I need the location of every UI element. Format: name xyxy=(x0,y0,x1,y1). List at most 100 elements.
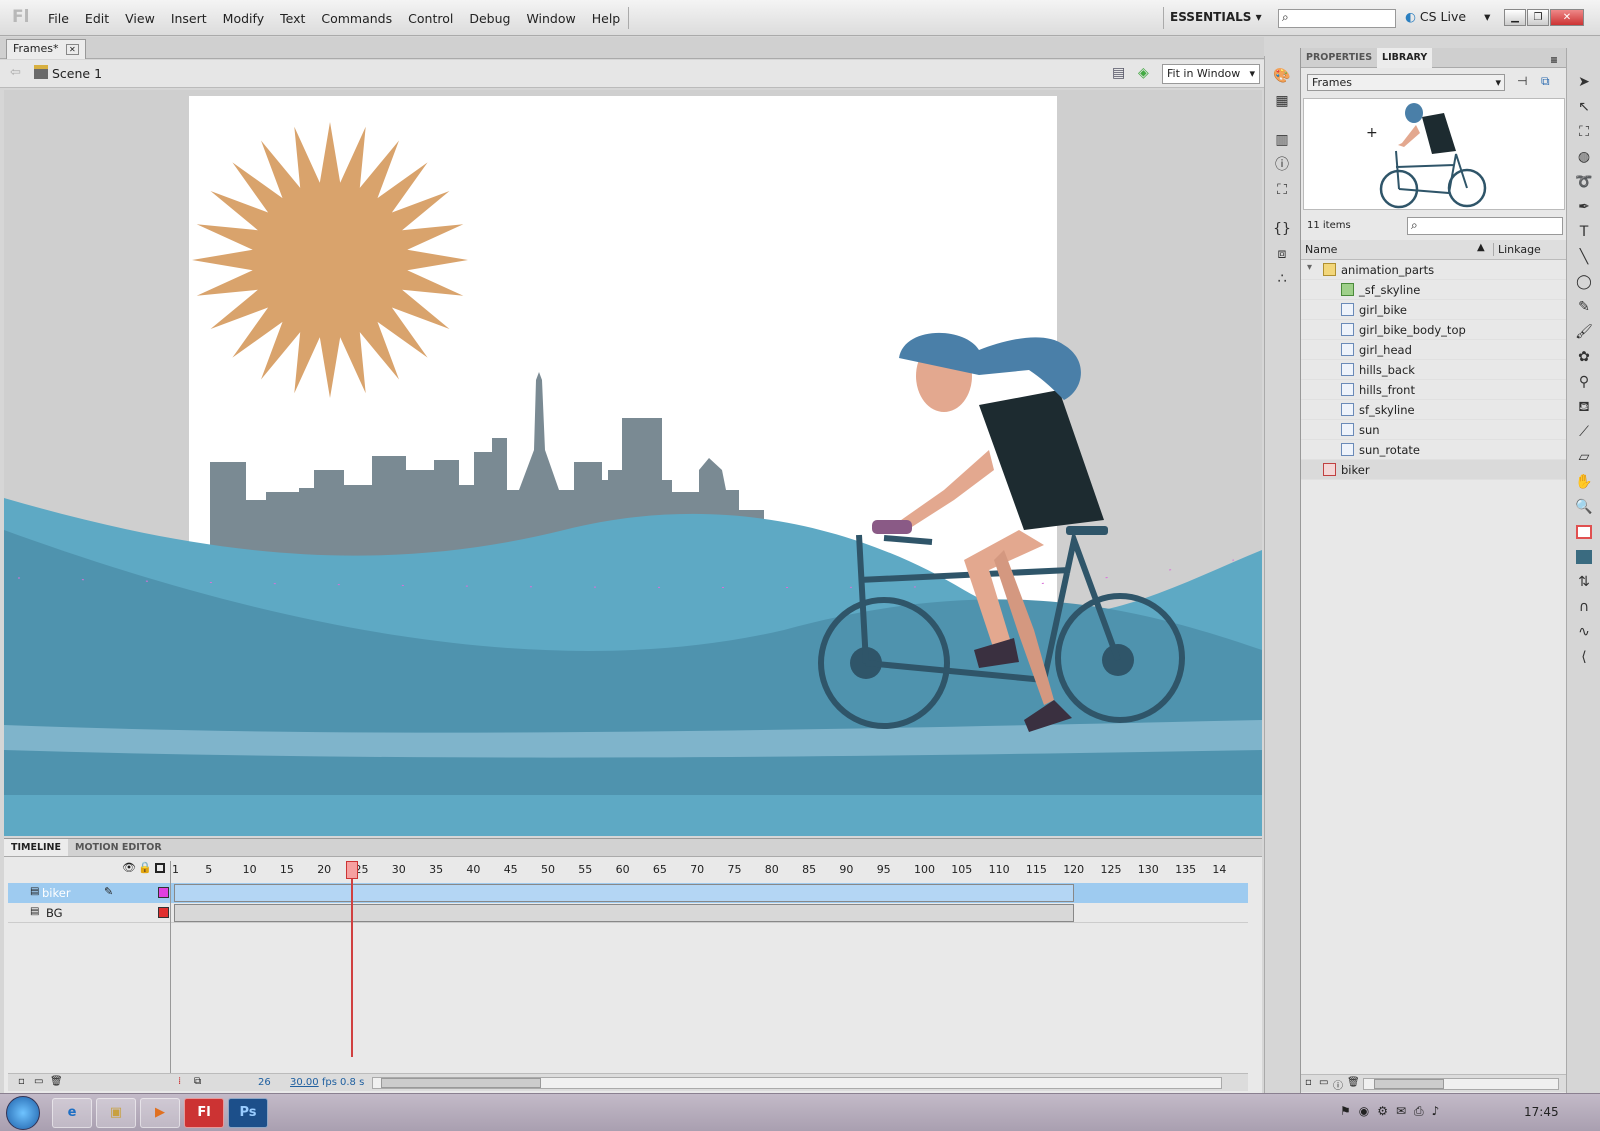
new-layer-icon[interactable]: ▫ xyxy=(18,1076,25,1087)
motion-presets-icon[interactable]: ∴ xyxy=(1265,267,1299,292)
library-item[interactable]: sf_skyline xyxy=(1301,400,1567,420)
menu-text[interactable]: Text xyxy=(272,11,313,26)
align-icon[interactable]: ▥ xyxy=(1265,128,1299,153)
library-item[interactable]: ▾ animation_parts xyxy=(1301,260,1567,280)
panel-menu-icon[interactable]: ≡ xyxy=(1545,51,1563,71)
library-item[interactable]: hills_back xyxy=(1301,360,1567,380)
tab-timeline[interactable]: TIMELINE xyxy=(4,839,68,856)
maximize-button[interactable]: ❐ xyxy=(1527,9,1549,26)
zoom-select[interactable]: Fit in Window ▾ xyxy=(1162,64,1260,84)
transform-icon[interactable]: ⛶ xyxy=(1265,178,1299,203)
paint-bucket-tool-icon[interactable]: ⛾ xyxy=(1567,395,1600,420)
library-search-input[interactable]: ⌕ xyxy=(1407,217,1563,235)
fill-color-icon[interactable] xyxy=(1567,545,1600,570)
snap-to-objects-icon[interactable]: ∩ xyxy=(1567,595,1600,620)
menu-modify[interactable]: Modify xyxy=(215,11,272,26)
library-item[interactable]: sun xyxy=(1301,420,1567,440)
menu-insert[interactable]: Insert xyxy=(163,11,215,26)
subselection-tool-icon[interactable]: ↖ xyxy=(1567,95,1600,120)
library-item[interactable]: girl_bike xyxy=(1301,300,1567,320)
column-linkage[interactable]: Linkage xyxy=(1493,243,1541,256)
media-player-icon[interactable]: ▶ xyxy=(140,1098,180,1128)
tab-motion-editor[interactable]: MOTION EDITOR xyxy=(68,839,169,856)
layer-color-swatch[interactable] xyxy=(158,907,169,918)
stroke-color-icon[interactable] xyxy=(1567,520,1600,545)
explorer-icon[interactable]: ▣ xyxy=(96,1098,136,1128)
selection-tool-icon[interactable]: ➤ xyxy=(1567,70,1600,95)
3d-rotation-tool-icon[interactable]: ◍ xyxy=(1567,145,1600,170)
pen-tool-icon[interactable]: ✒ xyxy=(1567,195,1600,220)
scroll-thumb[interactable] xyxy=(1374,1079,1444,1089)
back-arrow-icon[interactable]: ⇦ xyxy=(10,65,21,80)
library-item[interactable]: biker xyxy=(1301,460,1567,480)
eyedropper-tool-icon[interactable]: ⟋ xyxy=(1567,420,1600,445)
layer-frames-bg[interactable] xyxy=(174,904,1074,922)
close-button[interactable]: ✕ xyxy=(1550,9,1584,26)
swap-colors-icon[interactable]: ⇅ xyxy=(1567,570,1600,595)
menu-window[interactable]: Window xyxy=(518,11,583,26)
text-tool-icon[interactable]: T xyxy=(1567,220,1600,245)
menu-edit[interactable]: Edit xyxy=(77,11,117,26)
code-snippets-icon[interactable]: {} xyxy=(1265,217,1299,242)
cs-live-button[interactable]: ◐ CS Live ▾ xyxy=(1405,9,1490,24)
expand-icon[interactable]: ▾ xyxy=(1307,262,1312,273)
scroll-thumb[interactable] xyxy=(381,1078,541,1088)
lasso-tool-icon[interactable]: ➰ xyxy=(1567,170,1600,195)
new-folder-icon[interactable]: ▭ xyxy=(1319,1077,1328,1088)
photoshop-icon[interactable]: Ps xyxy=(228,1098,268,1128)
free-transform-tool-icon[interactable]: ⛶ xyxy=(1567,120,1600,145)
pencil-tool-icon[interactable]: ✎ xyxy=(1567,295,1600,320)
straighten-icon[interactable]: ⟨ xyxy=(1567,645,1600,670)
document-tab[interactable]: Frames* ✕ xyxy=(6,39,86,59)
menu-help[interactable]: Help xyxy=(584,11,629,26)
components-icon[interactable]: ⧈ xyxy=(1265,242,1299,267)
bone-tool-icon[interactable]: ⚲ xyxy=(1567,370,1600,395)
layer-color-swatch[interactable] xyxy=(158,887,169,898)
hand-tool-icon[interactable]: ✋ xyxy=(1567,470,1600,495)
menu-commands[interactable]: Commands xyxy=(313,11,400,26)
deco-tool-icon[interactable]: ✿ xyxy=(1567,345,1600,370)
library-scrollbar[interactable] xyxy=(1363,1078,1559,1090)
help-search-input[interactable]: ⌕ xyxy=(1278,9,1396,28)
lock-icon[interactable]: 🔒 xyxy=(138,861,152,874)
smooth-icon[interactable]: ∿ xyxy=(1567,620,1600,645)
eraser-tool-icon[interactable]: ▱ xyxy=(1567,445,1600,470)
zoom-tool-icon[interactable]: 🔍 xyxy=(1567,495,1600,520)
sort-icon[interactable]: ▲ xyxy=(1477,242,1485,253)
workspace-switcher[interactable]: ESSENTIALS ▾ xyxy=(1170,10,1262,24)
library-item[interactable]: hills_front xyxy=(1301,380,1567,400)
new-symbol-icon[interactable]: ▫ xyxy=(1305,1077,1312,1088)
system-tray-icons[interactable]: ⚑◉⚙✉⎙♪ xyxy=(1340,1104,1447,1119)
menu-debug[interactable]: Debug xyxy=(461,11,518,26)
menu-view[interactable]: View xyxy=(117,11,163,26)
column-name[interactable]: Name xyxy=(1305,243,1337,256)
library-item[interactable]: girl_bike_body_top xyxy=(1301,320,1567,340)
library-item[interactable]: girl_head xyxy=(1301,340,1567,360)
delete-icon[interactable]: 🗑 xyxy=(1347,1077,1360,1088)
start-button[interactable] xyxy=(6,1096,40,1130)
new-folder-icon[interactable]: ▭ xyxy=(34,1076,43,1087)
brush-tool-icon[interactable]: 🖌 xyxy=(1567,320,1600,345)
properties-icon[interactable]: ⓘ xyxy=(1333,1077,1343,1092)
edit-scene-icon[interactable]: ▤ xyxy=(1112,65,1125,81)
oval-tool-icon[interactable]: ◯ xyxy=(1567,270,1600,295)
library-item[interactable]: _sf_skyline xyxy=(1301,280,1567,300)
color-panel-icon[interactable]: 🎨 xyxy=(1265,64,1299,89)
ie-icon[interactable]: e xyxy=(52,1098,92,1128)
layer-row-bg[interactable]: ▤ BG xyxy=(8,903,1248,923)
playhead[interactable] xyxy=(345,861,358,1057)
library-document-select[interactable]: Frames ▾ xyxy=(1307,74,1505,91)
library-item[interactable]: sun_rotate xyxy=(1301,440,1567,460)
new-library-icon[interactable]: ⧉ xyxy=(1541,74,1550,89)
delete-icon[interactable]: 🗑 xyxy=(50,1076,63,1087)
line-tool-icon[interactable]: ╲ xyxy=(1567,245,1600,270)
menu-control[interactable]: Control xyxy=(400,11,461,26)
onion-skin-icon[interactable]: ⧉ xyxy=(194,1076,201,1087)
outline-icon[interactable] xyxy=(155,863,165,873)
center-frame-icon[interactable]: ⁞ xyxy=(178,1076,181,1087)
tab-properties[interactable]: PROPERTIES xyxy=(1301,48,1377,68)
tab-library[interactable]: LIBRARY xyxy=(1377,48,1433,68)
menu-file[interactable]: File xyxy=(40,11,77,26)
edit-symbols-icon[interactable]: ◈ xyxy=(1138,65,1149,81)
flash-icon[interactable]: Fl xyxy=(184,1098,224,1128)
